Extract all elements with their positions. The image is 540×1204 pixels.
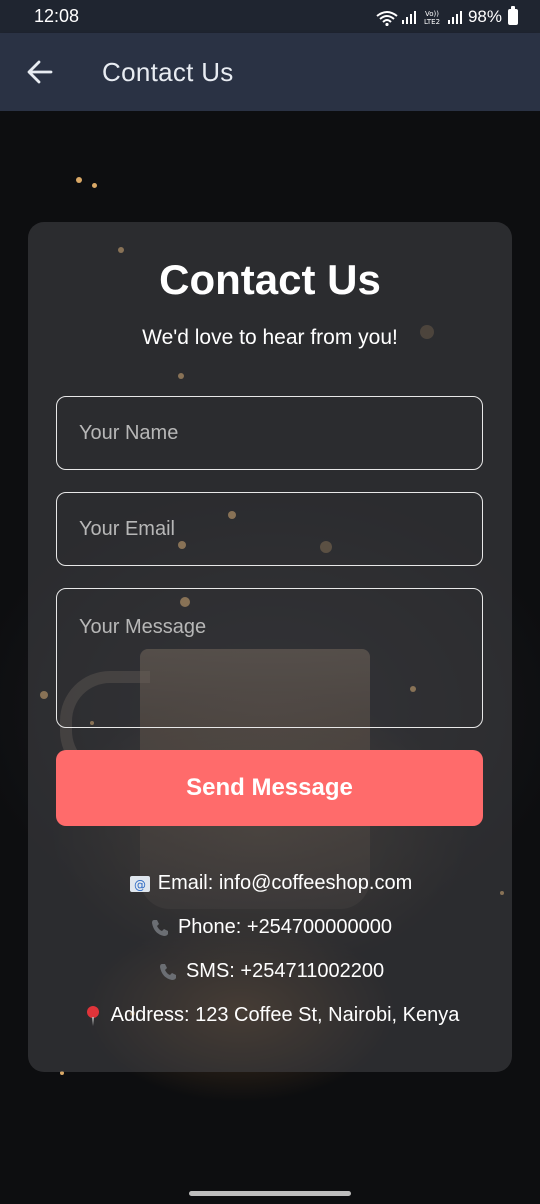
arrow-left-icon — [27, 60, 53, 84]
phone-icon — [148, 917, 172, 939]
contact-email-text: Email: info@coffeeshop.com — [157, 872, 413, 894]
gesture-nav-handle[interactable] — [189, 1191, 351, 1196]
contact-phone[interactable]: Phone: +254700000000 — [28, 916, 512, 939]
status-bar: 12:08 Vo)) LTE2 98% — [0, 0, 540, 33]
contact-phone-text: Phone: +254700000000 — [177, 916, 393, 938]
app-bar: Contact Us — [0, 33, 540, 111]
app-bar-title: Contact Us — [102, 56, 234, 87]
svg-text:LTE2: LTE2 — [424, 18, 440, 25]
status-icons: Vo)) LTE2 98% — [376, 5, 518, 27]
name-input[interactable] — [56, 396, 483, 470]
svg-text:Vo)): Vo)) — [425, 10, 439, 18]
status-time: 12:08 — [34, 6, 80, 26]
svg-text:@: @ — [134, 878, 146, 892]
email-input[interactable] — [56, 492, 483, 566]
contact-sms[interactable]: SMS: +254711002200 — [28, 960, 512, 983]
contact-address: Address: 123 Coffee St, Nairobi, Kenya — [28, 1004, 512, 1027]
phone-icon — [156, 961, 180, 983]
map-pin-icon — [81, 1005, 105, 1027]
send-message-button[interactable]: Send Message — [56, 750, 483, 826]
back-button[interactable] — [20, 52, 60, 92]
wifi-icon — [376, 10, 398, 26]
battery-icon — [508, 5, 518, 25]
signal-icon — [401, 10, 416, 24]
signal-icon-2 — [447, 10, 462, 24]
email-icon: @ — [128, 873, 152, 895]
battery-percent: 98% — [467, 6, 502, 26]
contact-email[interactable]: @ Email: info@coffeeshop.com — [28, 872, 512, 895]
card-title: Contact Us — [159, 256, 381, 303]
contact-address-text: Address: 123 Coffee St, Nairobi, Kenya — [110, 1004, 460, 1026]
contact-sms-text: SMS: +254711002200 — [185, 960, 385, 982]
volte-icon: Vo)) LTE2 — [422, 9, 442, 25]
card-subtitle: We'd love to hear from you! — [142, 326, 398, 349]
message-input[interactable] — [56, 588, 483, 728]
contact-card: Contact Us We'd love to hear from you! S… — [28, 222, 512, 1072]
